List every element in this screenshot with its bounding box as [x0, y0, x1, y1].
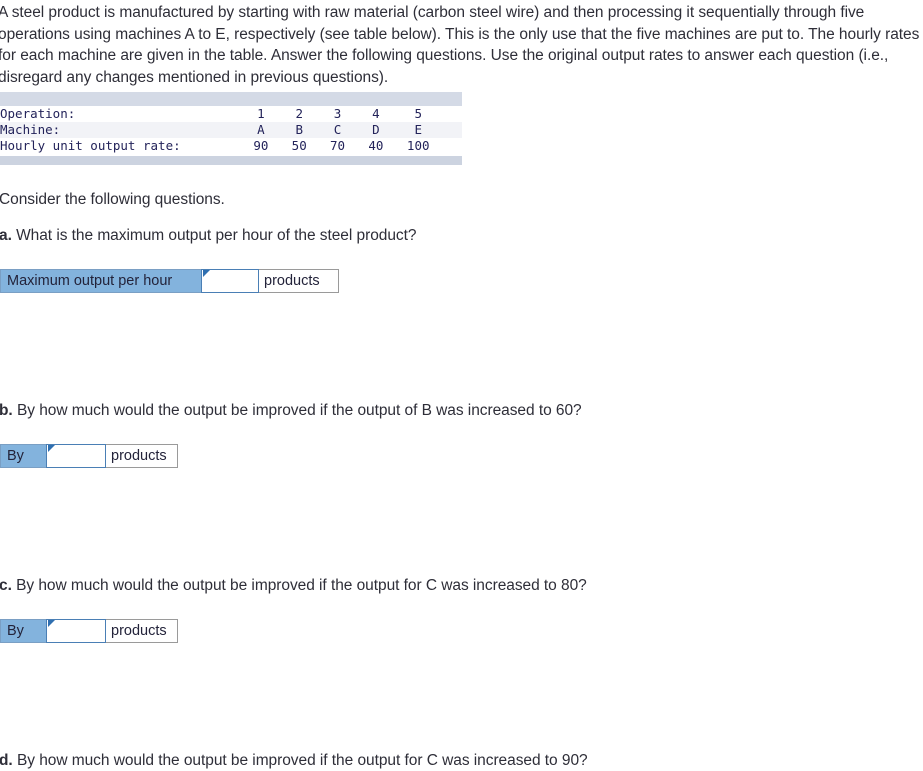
answer-a-unit: products — [259, 269, 339, 293]
rate-2-value: 50 — [280, 138, 319, 154]
answer-b-input-cell[interactable] — [46, 444, 106, 468]
answer-row-b: By products — [0, 444, 178, 468]
table-row: Hourly unit output rate: 90 50 70 40 100 — [0, 138, 462, 154]
answer-row-a: Maximum output per hour products — [0, 269, 339, 293]
rate-4-value: 40 — [356, 138, 396, 154]
question-d-body: By how much would the output be improved… — [12, 752, 588, 769]
answer-a-label: Maximum output per hour — [0, 269, 201, 293]
machine-4-value: D — [356, 122, 396, 138]
table-top-band — [0, 92, 462, 106]
row-label-hourly-rate: Hourly unit output rate: — [0, 138, 242, 154]
machine-2-value: B — [280, 122, 319, 138]
question-c-text: c. By how much would the output be impro… — [0, 576, 587, 596]
question-a-body: What is the maximum output per hour of t… — [11, 227, 417, 244]
rate-5-value: 100 — [395, 138, 442, 154]
machine-5-value: E — [395, 122, 442, 138]
operation-5-value: 5 — [395, 106, 442, 122]
problem-intro-paragraph: A steel product is manufactured by start… — [0, 4, 920, 86]
cursor-flag-icon — [48, 445, 55, 452]
answer-c-unit: products — [106, 619, 178, 643]
operation-3-value: 3 — [318, 106, 357, 122]
answer-b-label: By — [0, 444, 46, 468]
row-label-operation: Operation: — [0, 106, 242, 122]
consider-line: Consider the following questions. — [0, 191, 225, 208]
question-d-text: d. By how much would the output be impro… — [0, 751, 588, 771]
table-right-pad — [441, 122, 462, 138]
answer-c-input[interactable] — [47, 620, 105, 642]
question-b-body: By how much would the output be improved… — [12, 402, 582, 419]
question-a-text: a. What is the maximum output per hour o… — [0, 226, 417, 246]
answer-row-c: By products — [0, 619, 178, 643]
operation-2-value: 2 — [280, 106, 319, 122]
table-right-pad — [441, 106, 462, 122]
table-row: Operation: 1 2 3 4 5 — [0, 106, 462, 122]
rate-3-value: 70 — [318, 138, 357, 154]
question-c-body: By how much would the output be improved… — [11, 577, 587, 594]
table-row: Machine: A B C D E — [0, 122, 462, 138]
table-right-pad — [441, 138, 462, 154]
operation-4-value: 4 — [356, 106, 396, 122]
question-d-marker: d. — [0, 752, 13, 769]
answer-c-label: By — [0, 619, 46, 643]
answer-a-input-cell[interactable] — [201, 269, 259, 293]
cursor-flag-icon — [203, 270, 210, 277]
question-b-marker: b. — [0, 402, 13, 419]
row-label-machine: Machine: — [0, 122, 242, 138]
question-a-marker: a. — [0, 227, 12, 244]
table-bottom-band — [0, 156, 462, 165]
answer-b-input[interactable] — [47, 445, 105, 467]
machine-3-value: C — [318, 122, 357, 138]
rate-1-value: 90 — [241, 138, 281, 154]
operation-1-value: 1 — [241, 106, 281, 122]
cursor-flag-icon — [48, 620, 55, 627]
machine-1-value: A — [241, 122, 281, 138]
machine-rates-table: Operation: 1 2 3 4 5 Machine: A B C D E … — [0, 106, 462, 154]
machine-rates-table-container: Operation: 1 2 3 4 5 Machine: A B C D E … — [0, 92, 462, 165]
answer-b-unit: products — [106, 444, 178, 468]
question-b-text: b. By how much would the output be impro… — [0, 401, 582, 421]
answer-a-input[interactable] — [202, 270, 258, 292]
answer-c-input-cell[interactable] — [46, 619, 106, 643]
question-c-marker: c. — [0, 577, 12, 594]
